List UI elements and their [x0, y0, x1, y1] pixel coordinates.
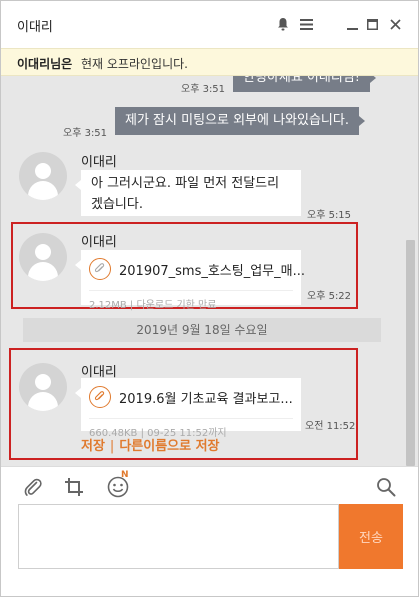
- action-divider: |: [109, 439, 115, 454]
- file-message-bubble[interactable]: 201907_sms_호스팅_업무_매... 2.12MB | 다운로드 기한 …: [75, 250, 305, 311]
- message-text: 아 그러시군요. 파일 먼저 전달드리: [91, 176, 280, 191]
- message-bubble: 아 그러시군요. 파일 먼저 전달드리 겠습니다.: [75, 170, 301, 216]
- message-input[interactable]: [18, 504, 339, 569]
- chat-history[interactable]: 오후 3:51 안녕하세요 이대리님! 오후 3:51 제가 잠시 미팅으로 외…: [1, 76, 418, 466]
- close-icon[interactable]: [386, 15, 404, 33]
- maximize-icon[interactable]: [363, 15, 381, 33]
- message-time: 오후 5:15: [307, 210, 352, 221]
- menu-icon[interactable]: [297, 15, 315, 33]
- paperclip-icon: [89, 386, 111, 408]
- message-time: 오후 5:22: [307, 291, 352, 302]
- notice-user-name: 이대리님은: [17, 57, 73, 71]
- file-meta: 2.12MB | 다운로드 기한 만료: [89, 300, 217, 311]
- message-time: 오전 11:52: [305, 421, 356, 432]
- title-bar[interactable]: 이대리: [1, 1, 418, 47]
- file-message-bubble[interactable]: 2019.6월 기초교육 결과보고... 660.48KB | 09-25 11…: [75, 378, 301, 439]
- send-button[interactable]: 전송: [339, 504, 403, 569]
- avatar[interactable]: [19, 233, 67, 281]
- sender-name: 이대리: [81, 235, 117, 250]
- save-link[interactable]: 저장: [81, 439, 105, 454]
- window-title: 이대리: [17, 20, 53, 35]
- offline-notice: 이대리님은 현재 오프라인입니다.: [1, 48, 418, 76]
- file-actions: 저장 | 다른이름으로 저장: [81, 435, 220, 454]
- file-name[interactable]: 2019.6월 기초교육 결과보고...: [119, 388, 293, 407]
- message-text: 제가 잠시 미팅으로 외부에 나와있습니다.: [125, 113, 349, 128]
- avatar[interactable]: [19, 152, 67, 200]
- file-name[interactable]: 201907_sms_호스팅_업무_매...: [119, 260, 305, 279]
- search-icon[interactable]: [374, 475, 398, 499]
- bell-icon[interactable]: [274, 15, 292, 33]
- crop-icon[interactable]: [62, 475, 86, 499]
- composer-toolbar: [1, 466, 418, 506]
- emoji-new-badge: N: [121, 470, 129, 480]
- message-time: 오후 3:51: [181, 84, 226, 95]
- my-message-bubble: 제가 잠시 미팅으로 외부에 나와있습니다.: [115, 107, 365, 135]
- chat-window: 이대리 이대리님은 현재 오프라인입니다. 오후 3:51 안녕하세요 이대리님…: [0, 0, 419, 597]
- notice-text: 현재 오프라인입니다.: [81, 57, 188, 71]
- minimize-icon[interactable]: [343, 15, 361, 33]
- message-text: 안녕하세요 이대리님!: [243, 76, 360, 85]
- message-time: 오후 3:51: [63, 128, 108, 139]
- save-as-link[interactable]: 다른이름으로 저장: [119, 439, 219, 454]
- my-message-bubble: 안녕하세요 이대리님!: [233, 76, 376, 92]
- avatar[interactable]: [19, 363, 67, 411]
- attach-icon[interactable]: [21, 475, 45, 499]
- scrollbar-thumb[interactable]: [406, 240, 415, 466]
- sender-name: 이대리: [81, 155, 117, 170]
- message-text: 겠습니다.: [91, 197, 143, 212]
- date-separator: 2019년 9월 18일 수요일: [23, 318, 381, 342]
- paperclip-icon: [89, 258, 111, 280]
